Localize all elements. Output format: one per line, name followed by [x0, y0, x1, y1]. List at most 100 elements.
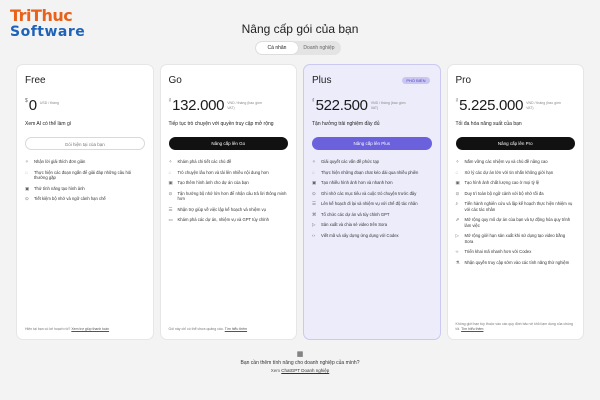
memory-icon: ⊙ — [312, 190, 316, 196]
upgrade-pro-button[interactable]: Nâng cấp lên Pro — [455, 137, 575, 150]
plan-description: Tối đa hóa năng suất của bạn — [455, 121, 522, 127]
feature-item: ✧ Khám phá chi tiết các chủ đề — [169, 159, 289, 165]
price-amount: 132.000 — [172, 97, 225, 114]
feature-item: ⇗ Mở rộng quy mô dự án của bạn và tự động… — [456, 217, 576, 228]
feature-text: Tạo thêm hình ảnh cho dự án của bạn — [177, 180, 249, 185]
feature-text: Xử lý các dự án lớn với tin nhắn không g… — [464, 169, 554, 175]
feature-text: Mở rộng giới hạn sản xuất khi sử dụng tạ… — [464, 233, 566, 244]
image-icon: ▣ — [312, 180, 317, 185]
feature-item: ✧ Nhận lời giải thích đơn giản — [25, 159, 145, 165]
feature-item: ◌ Thực hiện các đoạn ngắn để giải đáp nhữ… — [25, 170, 145, 181]
plan-cards: Free $ 0 USD / tháng Xem AI có thể làm g… — [16, 64, 584, 340]
plan-description: Tận hưởng trải nghiệm đầy đủ — [312, 121, 380, 127]
feature-text: Khám phá chi tiết các chủ đề — [177, 159, 232, 164]
toggle-personal[interactable]: Cá nhân — [256, 42, 298, 54]
current-plan-button[interactable]: Gói hiện tại của bạn — [25, 137, 145, 150]
code-icon: ‹› — [312, 232, 315, 238]
feature-item: ☰ Lên kế hoạch đi lại và nhiệm vụ với chế… — [312, 201, 432, 207]
sparkle-icon: ✧ — [455, 159, 460, 164]
footer-text: Hiện tại bạn có kế hoạch rồi? — [25, 326, 71, 331]
upgrade-plus-button[interactable]: Nâng cấp lên Plus — [312, 137, 432, 150]
feature-item: ☰ Nhận trợ giúp về việc lập kế hoạch và n… — [169, 207, 289, 213]
plan-footer: Gói này chỉ có thể chưa quảng cáo. Tìm h… — [169, 327, 289, 332]
feature-text: Tận hưởng bộ nhớ lớn hơn để nhận câu trả… — [177, 190, 287, 202]
price-unit: VND / tháng (bao gồm VAT) — [370, 101, 406, 110]
feature-text: Sản xuất và chia sẻ video trên Sora — [321, 222, 388, 227]
feature-text: Lên kế hoạch đi lại và nhiệm vụ với chế … — [321, 201, 418, 206]
feature-item: ✧ Nắm vững các nhiệm vụ và chủ đề nâng ca… — [456, 159, 576, 165]
feature-text: Viết mã và xây dựng ứng dụng với Codex — [321, 232, 399, 238]
plan-footer: Không giới hạn tùy thuộc vào các quy địn… — [456, 322, 576, 331]
upgrade-go-button[interactable]: Nâng cấp lên Go — [168, 137, 288, 150]
feature-item: ◌ Xử lý các dự án lớn với tin nhắn không … — [456, 170, 576, 176]
feature-item: ⊙ Tiết kiệm bộ nhớ và ngữ cảnh hạn chế — [25, 196, 145, 202]
price-unit: VND / tháng (bao gồm VAT) — [526, 101, 561, 110]
feature-item: ⚗ Nhận quyền truy cập sớm vào các tính nă… — [456, 260, 576, 266]
chat-icon: ◌ — [25, 169, 28, 175]
feature-text: Nhận quyền truy cập sớm vào các tính năn… — [464, 259, 570, 265]
plan-description: Xem AI có thể làm gì — [25, 121, 72, 127]
feature-item: ✧ Giải quyết các vấn đề phức tạp — [312, 159, 432, 165]
feature-item: ▣ Tạo nhiều hình ảnh hơn và nhanh hơn — [312, 180, 432, 186]
feature-text: Thực hiện các đoạn ngắn để giải đáp nhữn… — [34, 169, 132, 181]
feature-text: Ghi nhớ các mục tiêu và cuộc trò chuyện … — [321, 190, 417, 196]
plan-type-toggle[interactable]: Cá nhân Doanh nghiệp — [255, 41, 341, 55]
feature-list: ✧ Nhận lời giải thích đơn giản ◌ Thực hiện… — [25, 159, 145, 202]
feature-text: Khám phá các dự án, nhiệm vụ và GPT tùy … — [177, 217, 269, 222]
feature-item: ▷ Sản xuất và chia sẻ video trên Sora — [312, 222, 432, 228]
feature-list: ✧ Nắm vững các nhiệm vụ và chủ đề nâng ca… — [456, 159, 576, 265]
feature-item: ▷ Mở rộng giới hạn sản xuất khi sử dụng t… — [456, 233, 576, 244]
plan-name: Free — [25, 75, 46, 86]
feature-text: Tạo nhiều hình ảnh hơn và nhanh hơn — [321, 180, 393, 185]
currency-symbol: ₫ — [168, 98, 172, 104]
plan-card-pro: Pro ₫ 5.225.000 VND / tháng (bao gồm VAT… — [446, 64, 584, 340]
price-row: $ 0 USD / tháng — [25, 97, 145, 115]
feature-item: ⌘ Tổ chức các dự án và tùy chỉnh GPT — [312, 212, 432, 218]
learn-more-link[interactable]: Tìm hiểu thêm — [461, 327, 483, 331]
scale-icon: ⇗ — [455, 217, 460, 222]
feature-list: ✧ Khám phá chi tiết các chủ đề ◌ Trò chuyệ… — [169, 159, 289, 223]
page-title: Nâng cấp gói của bạn — [241, 22, 359, 36]
image-icon: ▣ — [168, 180, 173, 185]
feature-item: ▣ Tạo thêm hình ảnh cho dự án của bạn — [169, 180, 289, 186]
plan-card-free: Free $ 0 USD / tháng Xem AI có thể làm g… — [16, 64, 154, 340]
feature-text: Nắm vững các nhiệm vụ và chủ đề nâng cao — [464, 159, 548, 164]
price-row: ₫ 132.000 VND / tháng (bao gồm VAT) — [169, 97, 289, 115]
research-icon: ⌕ — [455, 201, 459, 206]
business-question: Bạn cần thêm tính năng cho doanh nghiệp … — [240, 360, 360, 366]
feature-text: Tiến hành nghiên cứu và lập kế hoạch thự… — [464, 201, 573, 212]
plan-description: Tiếp tục trò chuyện với quyền truy cập m… — [168, 121, 274, 127]
chat-icon: ◌ — [312, 169, 315, 175]
feature-item: ◌ Trò chuyện lâu hơn và tải lên nhiều nội… — [169, 170, 289, 176]
gpt-icon: ⌘ — [312, 211, 317, 217]
feature-text: Triển khai mã nhanh hơn với Codex — [464, 249, 532, 254]
memory-icon: ⊙ — [25, 196, 29, 201]
feature-text: Giải quyết các vấn đề phức tạp — [321, 159, 379, 164]
feature-item: ⌕ Tiến hành nghiên cứu và lập kế hoạch th… — [456, 201, 576, 212]
plan-name: Pro — [455, 75, 472, 86]
feature-text: Thực hiện những đoạn chat kéo dài qua nh… — [321, 169, 419, 175]
image-icon: ▣ — [25, 185, 30, 191]
feature-item: ⊙ Tận hưởng bộ nhớ lớn hơn để nhận câu tr… — [169, 191, 289, 202]
billing-help-link[interactable]: Xem trợ giúp thanh toán — [71, 327, 109, 331]
price-row: ₫ 5.225.000 VND / tháng (bao gồm VAT) — [456, 97, 576, 115]
chatgpt-business-link[interactable]: ChatGPT Doanh nghiệp — [281, 368, 329, 373]
price-row: ₫ 522.500 VND / tháng (bao gồm VAT) — [312, 97, 432, 115]
price-amount: 0 — [28, 97, 37, 114]
plan-icon: ☰ — [168, 206, 173, 212]
price-amount: 522.500 — [315, 97, 368, 114]
feature-text: Nhận trợ giúp về việc lập kế hoạch và nh… — [177, 206, 266, 212]
feature-text: Tiết kiệm bộ nhớ và ngữ cảnh hạn chế — [34, 196, 106, 201]
feature-item: ◌ Thực hiện những đoạn chat kéo dài qua n… — [312, 170, 432, 176]
memory-icon: ⊙ — [168, 190, 173, 196]
code-icon: ‹› — [455, 249, 459, 254]
learn-more-link[interactable]: Tìm hiểu thêm — [225, 327, 247, 331]
flask-icon: ⚗ — [455, 259, 460, 265]
price-unit: USD / tháng — [39, 101, 59, 105]
footer-text: Gói này chỉ có thể chưa quảng cáo. — [168, 326, 224, 331]
feature-item: ‹› Viết mã và xây dựng ứng dụng với Codex — [312, 233, 432, 239]
feature-text: Tạo hình ảnh chất lượng cao ở mọi tỷ lệ — [464, 180, 540, 185]
feature-text: Nhận lời giải thích đơn giản — [34, 159, 86, 164]
feature-text: Duy trì toàn bộ ngữ cảnh với bộ nhớ tối … — [464, 190, 544, 196]
toggle-business[interactable]: Doanh nghiệp — [298, 42, 340, 54]
